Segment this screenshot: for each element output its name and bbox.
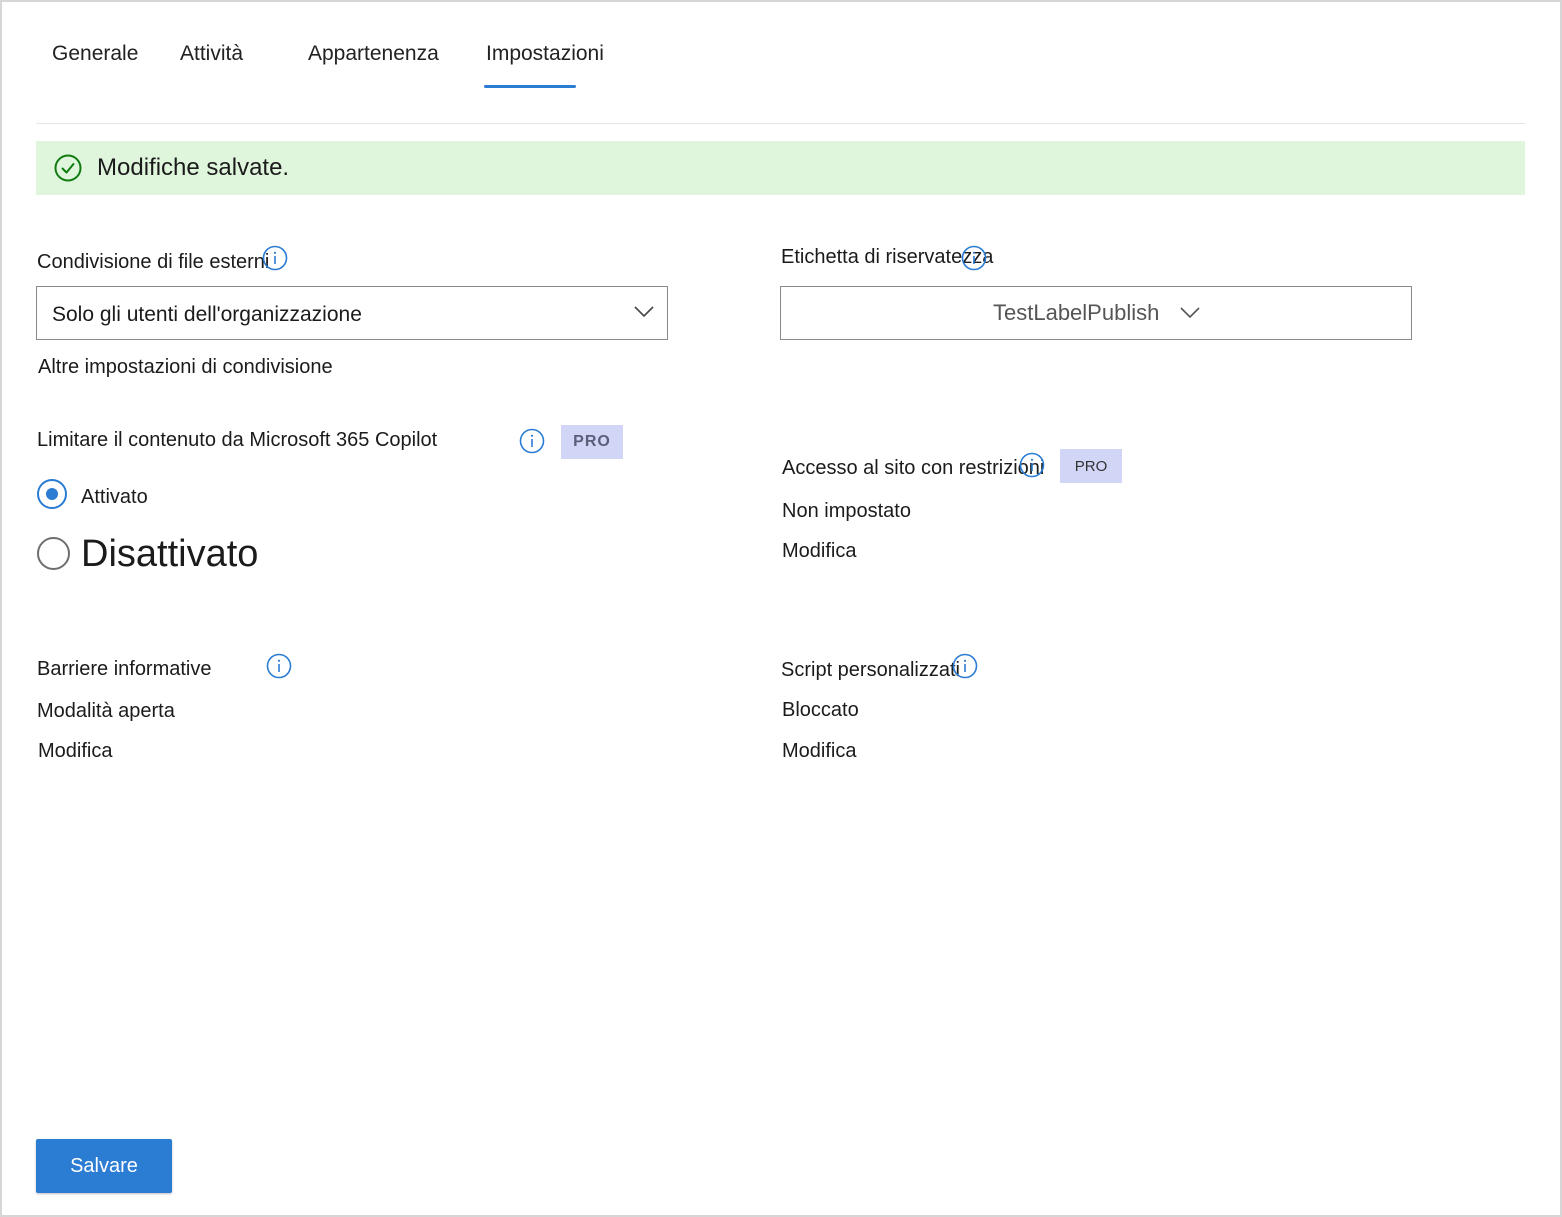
external-sharing-label: Condivisione di file esterni [37,251,270,273]
info-icon[interactable] [952,653,978,679]
radio-disabled-label: Disattivato [81,533,259,575]
check-circle-icon [54,154,82,182]
pro-badge: PRO [561,425,623,459]
info-icon[interactable] [262,245,288,271]
restricted-access-value: Non impostato [782,500,911,522]
custom-scripts-value: Bloccato [782,699,859,721]
chevron-down-icon [1180,307,1200,319]
info-barriers-label: Barriere informative [37,658,212,680]
radio-enabled[interactable] [37,479,67,509]
custom-scripts-label: Script personalizzati [781,659,960,681]
radio-enabled-label: Attivato [81,486,148,508]
sensitivity-label-value: TestLabelPublish [993,300,1160,325]
success-banner: Modifiche salvate. [36,141,1525,195]
chevron-down-icon [634,306,654,318]
restricted-access-label: Accesso al sito con restrizioni [782,457,1045,479]
banner-message: Modifiche salvate. [97,154,290,181]
tab-general[interactable]: Generale [52,42,138,66]
restricted-access-edit-link[interactable]: Modifica [782,540,856,563]
custom-scripts-edit-link[interactable]: Modifica [782,740,856,763]
save-button[interactable]: Salvare [36,1139,172,1193]
more-sharing-settings-link[interactable]: Altre impostazioni di condivisione [38,356,333,379]
tab-settings[interactable]: Impostazioni [486,42,604,66]
tab-activity[interactable]: Attività [180,42,243,66]
info-icon[interactable] [961,245,987,271]
info-icon[interactable] [519,428,545,454]
active-tab-indicator [484,85,576,88]
info-barriers-value: Modalità aperta [37,700,175,722]
external-sharing-value: Solo gli utenti dell'organizzazione [52,303,362,326]
copilot-restriction-label: Limitare il contenuto da Microsoft 365 C… [37,429,438,451]
radio-disabled[interactable] [37,537,70,570]
pro-badge: PRO [1060,449,1122,483]
sensitivity-label-dropdown[interactable]: TestLabelPublish [780,286,1412,340]
info-icon[interactable] [266,653,292,679]
tabs-divider [36,123,1525,124]
external-sharing-dropdown[interactable]: Solo gli utenti dell'organizzazione [36,286,668,340]
tab-membership[interactable]: Appartenenza [308,42,439,66]
info-barriers-edit-link[interactable]: Modifica [38,740,112,763]
info-icon[interactable] [1019,452,1045,478]
settings-panel: Generale Attività Appartenenza Impostazi… [0,0,1562,1217]
